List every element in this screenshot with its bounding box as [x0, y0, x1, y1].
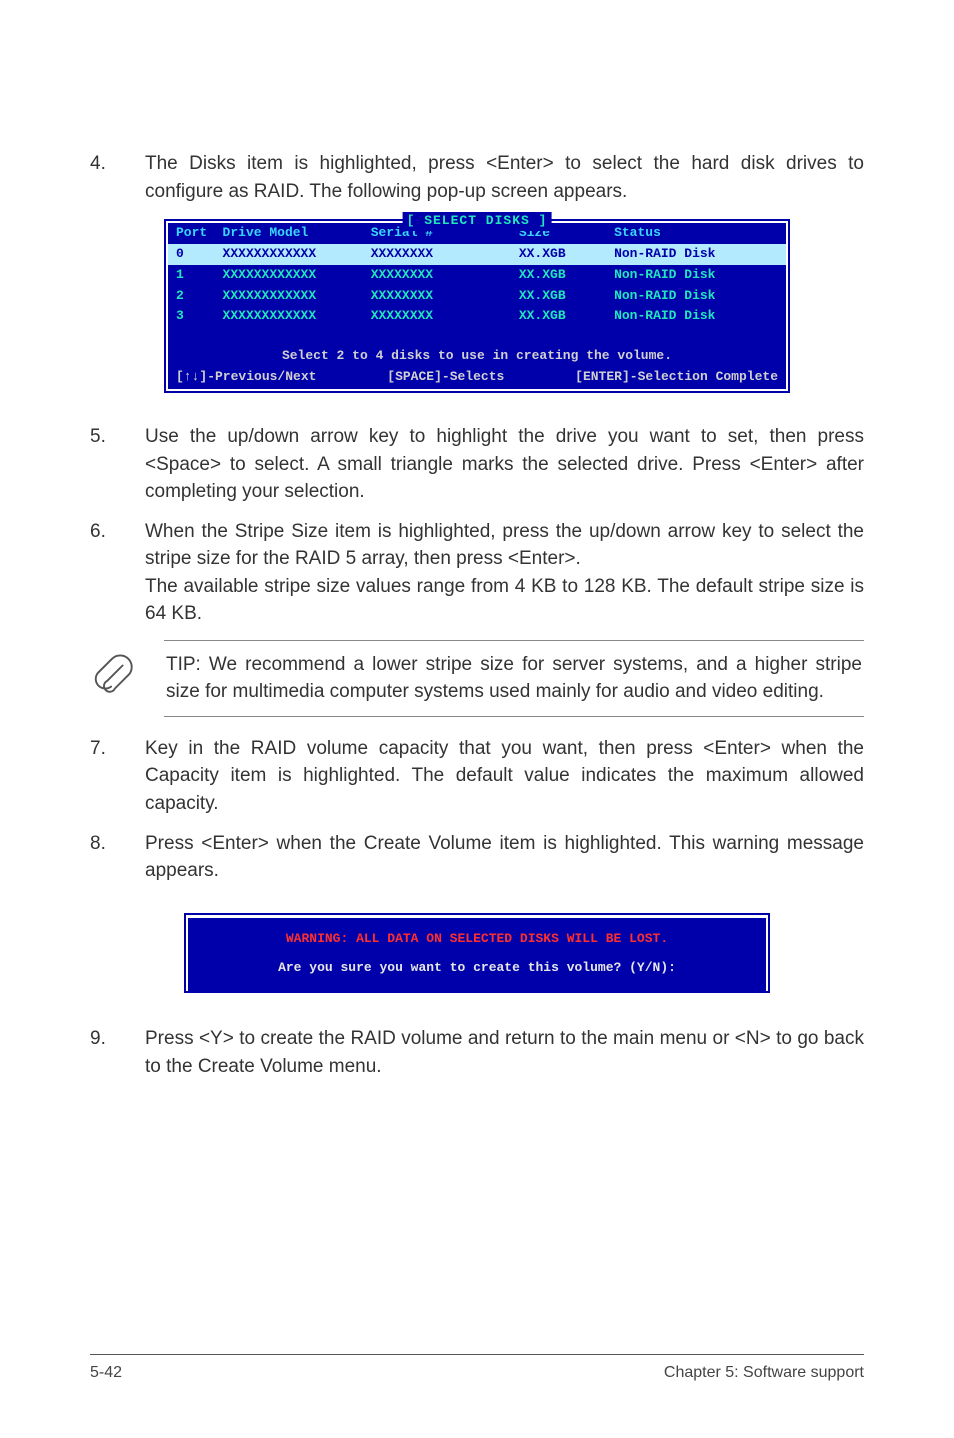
dialog-title: [ SELECT DISKS ] [403, 212, 552, 231]
step-6: 6. When the Stripe Size item is highligh… [90, 518, 864, 628]
cell-status: Non-RAID Disk [606, 244, 786, 265]
step-9: 9. Press <Y> to create the RAID volume a… [90, 1025, 864, 1080]
key-complete: [ENTER]-Selection Complete [575, 368, 778, 387]
cell-serial: XXXXXXXX [363, 244, 511, 265]
hdr-model: Drive Model [215, 223, 363, 244]
step-text: Use the up/down arrow key to highlight t… [145, 423, 864, 506]
selection-hint: Select 2 to 4 disks to use in creating t… [168, 341, 786, 368]
step-number: 9. [90, 1025, 115, 1080]
key-prevnext: [↑↓]-Previous/Next [176, 368, 316, 387]
cell-status: Non-RAID Disk [606, 265, 786, 286]
step-number: 6. [90, 518, 115, 628]
dialog-footer: [↑↓]-Previous/Next [SPACE]-Selects [ENTE… [168, 368, 786, 389]
warning-line-1: WARNING: ALL DATA ON SELECTED DISKS WILL… [194, 930, 760, 949]
cell-size: XX.XGB [511, 265, 606, 286]
cell-status: Non-RAID Disk [606, 286, 786, 307]
table-row[interactable]: 3 XXXXXXXXXXXX XXXXXXXX XX.XGB Non-RAID … [168, 306, 786, 327]
step-number: 7. [90, 735, 115, 818]
step-text: The Disks item is highlighted, press <En… [145, 150, 864, 205]
cell-port: 3 [168, 306, 215, 327]
table-row[interactable]: 0 XXXXXXXXXXXX XXXXXXXX XX.XGB Non-RAID … [168, 244, 786, 265]
cell-size: XX.XGB [511, 286, 606, 307]
step-8: 8. Press <Enter> when the Create Volume … [90, 830, 864, 885]
cell-size: XX.XGB [511, 306, 606, 327]
tip-text: TIP: We recommend a lower stripe size fo… [164, 640, 864, 717]
key-select: [SPACE]-Selects [387, 368, 504, 387]
step-text: Press <Enter> when the Create Volume ite… [145, 830, 864, 885]
step-4: 4. The Disks item is highlighted, press … [90, 150, 864, 205]
cell-model: XXXXXXXXXXXX [215, 286, 363, 307]
cell-model: XXXXXXXXXXXX [215, 306, 363, 327]
step-text: Key in the RAID volume capacity that you… [145, 735, 864, 818]
cell-serial: XXXXXXXX [363, 265, 511, 286]
cell-serial: XXXXXXXX [363, 286, 511, 307]
disks-table: Port Drive Model Serial # Size Status 0 … [168, 223, 786, 327]
tip-callout: TIP: We recommend a lower stripe size fo… [90, 640, 864, 717]
step-7: 7. Key in the RAID volume capacity that … [90, 735, 864, 818]
chapter-label: Chapter 5: Software support [664, 1361, 864, 1384]
step-number: 8. [90, 830, 115, 885]
cell-port: 2 [168, 286, 215, 307]
step-number: 5. [90, 423, 115, 506]
step-text: When the Stripe Size item is highlighted… [145, 518, 864, 628]
cell-model: XXXXXXXXXXXX [215, 244, 363, 265]
step-number: 4. [90, 150, 115, 205]
paperclip-icon [90, 654, 136, 700]
cell-port: 0 [168, 244, 215, 265]
select-disks-dialog: [ SELECT DISKS ] Port Drive Model Serial… [162, 217, 792, 395]
cell-model: XXXXXXXXXXXX [215, 265, 363, 286]
page-footer: 5-42 Chapter 5: Software support [90, 1354, 864, 1384]
page-number: 5-42 [90, 1361, 122, 1384]
cell-port: 1 [168, 265, 215, 286]
hdr-port: Port [168, 223, 215, 244]
step-text: Press <Y> to create the RAID volume and … [145, 1025, 864, 1080]
step-5: 5. Use the up/down arrow key to highligh… [90, 423, 864, 506]
cell-status: Non-RAID Disk [606, 306, 786, 327]
warning-dialog: WARNING: ALL DATA ON SELECTED DISKS WILL… [182, 911, 772, 996]
cell-serial: XXXXXXXX [363, 306, 511, 327]
cell-size: XX.XGB [511, 244, 606, 265]
table-row[interactable]: 1 XXXXXXXXXXXX XXXXXXXX XX.XGB Non-RAID … [168, 265, 786, 286]
warning-prompt[interactable]: Are you sure you want to create this vol… [194, 959, 760, 978]
hdr-status: Status [606, 223, 786, 244]
table-row[interactable]: 2 XXXXXXXXXXXX XXXXXXXX XX.XGB Non-RAID … [168, 286, 786, 307]
